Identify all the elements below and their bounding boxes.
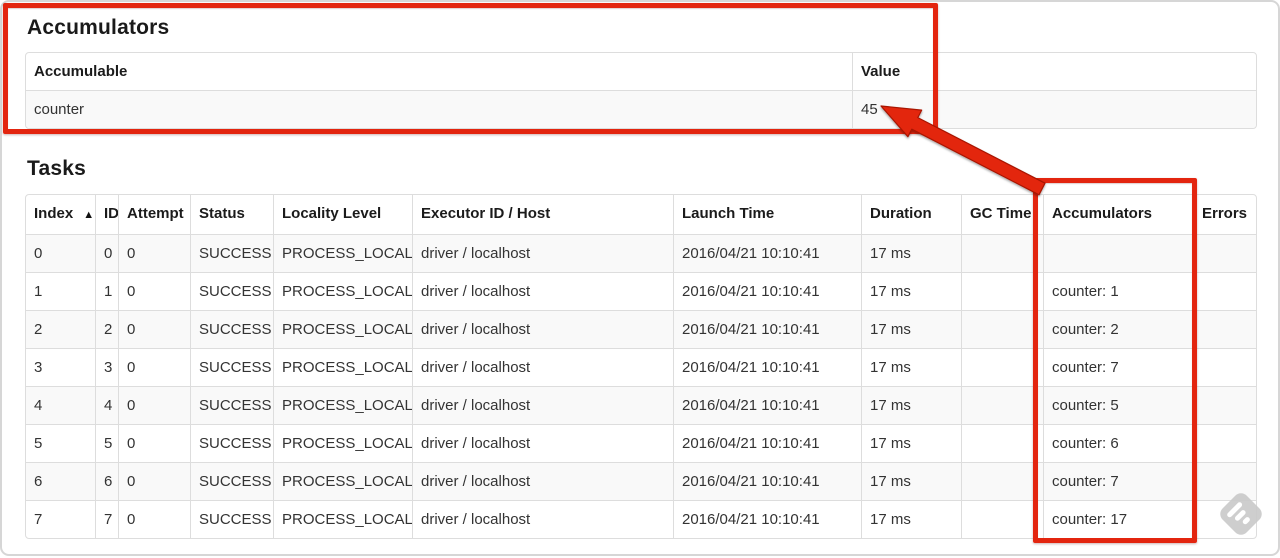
cell-executor-id-host: driver / localhost bbox=[412, 462, 673, 500]
cell-attempt: 0 bbox=[118, 234, 190, 272]
cell-errors bbox=[1193, 424, 1256, 462]
cell-index: 5 bbox=[26, 424, 95, 462]
column-header-status[interactable]: Status bbox=[190, 195, 273, 234]
cell-executor-id-host: driver / localhost bbox=[412, 310, 673, 348]
cell-duration: 17 ms bbox=[861, 386, 961, 424]
column-header-executor-id-host[interactable]: Executor ID / Host bbox=[412, 195, 673, 234]
cell-locality-level: PROCESS_LOCAL bbox=[273, 386, 412, 424]
cell-executor-id-host: driver / localhost bbox=[412, 234, 673, 272]
cell-errors bbox=[1193, 500, 1256, 538]
cell-gc-time bbox=[961, 348, 1043, 386]
cell-index: 4 bbox=[26, 386, 95, 424]
cell-locality-level: PROCESS_LOCAL bbox=[273, 424, 412, 462]
cell-index: 6 bbox=[26, 462, 95, 500]
cell-attempt: 0 bbox=[118, 272, 190, 310]
cell-executor-id-host: driver / localhost bbox=[412, 386, 673, 424]
cell-errors bbox=[1193, 348, 1256, 386]
column-header-errors[interactable]: Errors bbox=[1193, 195, 1256, 234]
cell-locality-level: PROCESS_LOCAL bbox=[273, 310, 412, 348]
cell-gc-time bbox=[961, 500, 1043, 538]
cell-locality-level: PROCESS_LOCAL bbox=[273, 272, 412, 310]
cell-id: 2 bbox=[95, 310, 118, 348]
cell-index: 3 bbox=[26, 348, 95, 386]
cell-executor-id-host: driver / localhost bbox=[412, 424, 673, 462]
column-header-id[interactable]: ID bbox=[95, 195, 118, 234]
cell-id: 5 bbox=[95, 424, 118, 462]
cell-attempt: 0 bbox=[118, 500, 190, 538]
cell-gc-time bbox=[961, 424, 1043, 462]
cell-id: 4 bbox=[95, 386, 118, 424]
cell-duration: 17 ms bbox=[861, 310, 961, 348]
cell-attempt: 0 bbox=[118, 386, 190, 424]
cell-attempt: 0 bbox=[118, 462, 190, 500]
cell-launch-time: 2016/04/21 10:10:41 bbox=[673, 386, 861, 424]
cell-gc-time bbox=[961, 234, 1043, 272]
column-header-launch-time[interactable]: Launch Time bbox=[673, 195, 861, 234]
cell-status: SUCCESS bbox=[190, 272, 273, 310]
column-header-locality-level[interactable]: Locality Level bbox=[273, 195, 412, 234]
cell-launch-time: 2016/04/21 10:10:41 bbox=[673, 462, 861, 500]
cell-status: SUCCESS bbox=[190, 424, 273, 462]
cell-errors bbox=[1193, 310, 1256, 348]
cell-attempt: 0 bbox=[118, 310, 190, 348]
cell-errors bbox=[1193, 234, 1256, 272]
cell-launch-time: 2016/04/21 10:10:41 bbox=[673, 500, 861, 538]
screenshot-frame: Accumulators Accumulable Value counter 45 … bbox=[0, 0, 1280, 556]
cell-index: 1 bbox=[26, 272, 95, 310]
cell-duration: 17 ms bbox=[861, 424, 961, 462]
red-annotation-box-tasks-accumulators-column bbox=[1033, 178, 1197, 543]
cell-gc-time bbox=[961, 272, 1043, 310]
cell-status: SUCCESS bbox=[190, 310, 273, 348]
cell-locality-level: PROCESS_LOCAL bbox=[273, 234, 412, 272]
cell-launch-time: 2016/04/21 10:10:41 bbox=[673, 272, 861, 310]
sort-ascending-icon: ▲ bbox=[83, 209, 95, 221]
cell-attempt: 0 bbox=[118, 424, 190, 462]
cell-id: 3 bbox=[95, 348, 118, 386]
cell-id: 6 bbox=[95, 462, 118, 500]
cell-locality-level: PROCESS_LOCAL bbox=[273, 348, 412, 386]
column-header-attempt[interactable]: Attempt bbox=[118, 195, 190, 234]
cell-duration: 17 ms bbox=[861, 500, 961, 538]
cell-launch-time: 2016/04/21 10:10:41 bbox=[673, 234, 861, 272]
cell-attempt: 0 bbox=[118, 348, 190, 386]
cell-index: 7 bbox=[26, 500, 95, 538]
cell-launch-time: 2016/04/21 10:10:41 bbox=[673, 424, 861, 462]
cell-duration: 17 ms bbox=[861, 462, 961, 500]
column-header-duration[interactable]: Duration bbox=[861, 195, 961, 234]
cell-id: 7 bbox=[95, 500, 118, 538]
cell-executor-id-host: driver / localhost bbox=[412, 348, 673, 386]
cell-duration: 17 ms bbox=[861, 272, 961, 310]
cell-status: SUCCESS bbox=[190, 234, 273, 272]
column-header-gc-time[interactable]: GC Time bbox=[961, 195, 1043, 234]
cell-duration: 17 ms bbox=[861, 234, 961, 272]
cell-locality-level: PROCESS_LOCAL bbox=[273, 500, 412, 538]
cell-status: SUCCESS bbox=[190, 386, 273, 424]
cell-duration: 17 ms bbox=[861, 348, 961, 386]
cell-launch-time: 2016/04/21 10:10:41 bbox=[673, 348, 861, 386]
red-annotation-box-accumulators-summary bbox=[3, 3, 938, 134]
cell-id: 0 bbox=[95, 234, 118, 272]
cell-id: 1 bbox=[95, 272, 118, 310]
cell-gc-time bbox=[961, 310, 1043, 348]
cell-errors bbox=[1193, 462, 1256, 500]
cell-gc-time bbox=[961, 462, 1043, 500]
cell-index: 2 bbox=[26, 310, 95, 348]
cell-executor-id-host: driver / localhost bbox=[412, 272, 673, 310]
cell-errors bbox=[1193, 272, 1256, 310]
cell-launch-time: 2016/04/21 10:10:41 bbox=[673, 310, 861, 348]
cell-gc-time bbox=[961, 386, 1043, 424]
cell-locality-level: PROCESS_LOCAL bbox=[273, 462, 412, 500]
cell-index: 0 bbox=[26, 234, 95, 272]
cell-status: SUCCESS bbox=[190, 462, 273, 500]
cell-errors bbox=[1193, 386, 1256, 424]
column-header-index[interactable]: Index ▲ bbox=[26, 195, 95, 234]
cell-status: SUCCESS bbox=[190, 500, 273, 538]
cell-executor-id-host: driver / localhost bbox=[412, 500, 673, 538]
cell-status: SUCCESS bbox=[190, 348, 273, 386]
